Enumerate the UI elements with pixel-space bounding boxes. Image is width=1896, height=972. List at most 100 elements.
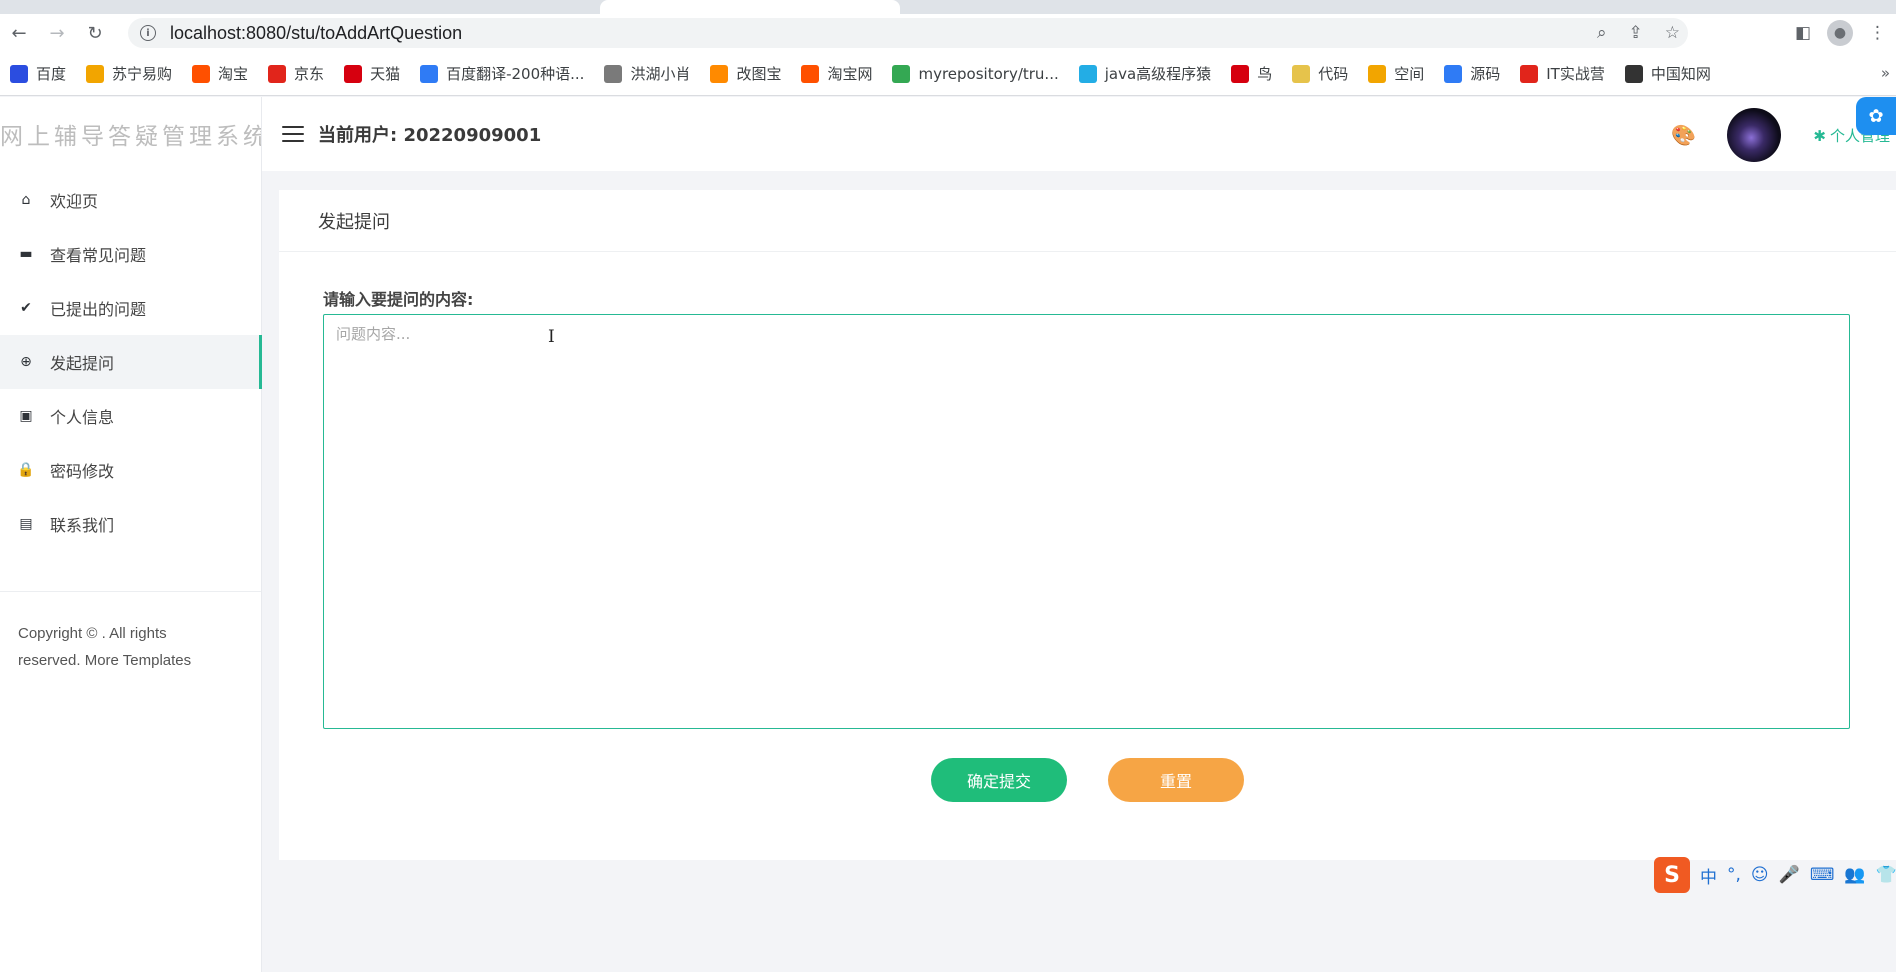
site-info-icon[interactable]: i: [140, 25, 156, 41]
active-tab[interactable]: [600, 0, 900, 14]
bookmark-item[interactable]: 苏宁易购: [86, 63, 172, 84]
sidebar-item-label: 欢迎页: [50, 192, 99, 211]
bookmark-item[interactable]: 天猫: [344, 63, 400, 84]
address-bar[interactable]: i localhost:8080/stu/toAddArtQuestion ⌕ …: [128, 18, 1688, 48]
skin-icon[interactable]: 👕: [1876, 865, 1896, 885]
sidebar-item-label: 联系我们: [50, 516, 115, 535]
bookmark-label: 鸟: [1257, 65, 1273, 83]
sogou-icon[interactable]: S: [1654, 857, 1690, 893]
palette-icon[interactable]: 🎨: [1671, 123, 1696, 147]
bookmark-label: 苏宁易购: [112, 65, 173, 83]
jd-icon: [268, 64, 287, 83]
bird-icon: [604, 64, 623, 83]
bookmark-item[interactable]: 中国知网: [1624, 63, 1711, 84]
bookmark-item[interactable]: 京东: [268, 63, 324, 84]
bookmark-label: 洪湖小肖: [630, 65, 691, 83]
tab-strip: [0, 0, 1896, 14]
url-text[interactable]: localhost:8080/stu/toAddArtQuestion: [170, 23, 462, 44]
sidebar-item[interactable]: ▬ 查看常见问题: [0, 227, 261, 281]
image-tool-icon: [710, 64, 729, 83]
sidebar-item[interactable]: ▤ 联系我们: [0, 497, 261, 551]
taobao-icon: [801, 64, 820, 83]
bookmark-item[interactable]: 空间: [1368, 63, 1424, 84]
side-panel-icon[interactable]: ◧: [1795, 23, 1811, 43]
bookmark-label: 源码: [1470, 65, 1501, 83]
id-card-icon: ▣: [19, 408, 33, 424]
code-icon: [1292, 64, 1311, 83]
gear-icon: ✱: [1813, 126, 1826, 145]
bookmark-item[interactable]: 洪湖小肖: [604, 63, 690, 84]
floating-assistant-icon[interactable]: ✿: [1856, 97, 1896, 135]
bookmarks-bar: 百度 苏宁易购 淘宝 京东 天猫 百度翻译-200种语... 洪湖小肖 改图宝 淘宝网 myrep…: [0, 52, 1896, 96]
bookmark-item[interactable]: 源码: [1444, 63, 1500, 84]
home-icon: ⌂: [21, 192, 31, 208]
avatar[interactable]: [1727, 108, 1781, 162]
profile-icon[interactable]: ●: [1827, 20, 1853, 46]
sidebar-item[interactable]: ⊕ 发起提问: [0, 335, 262, 389]
browser-toolbar: ← → ↻ i localhost:8080/stu/toAddArtQuest…: [0, 14, 1896, 52]
user-icon[interactable]: 👥: [1844, 865, 1865, 885]
bookmark-label: 京东: [294, 65, 325, 83]
bookmark-label: 中国知网: [1650, 65, 1711, 83]
taobao-icon: [192, 64, 211, 83]
copyright-line: Copyright © . All rights: [18, 625, 167, 642]
ime-language[interactable]: 中: [1700, 863, 1717, 888]
share-icon[interactable]: ⇪: [1629, 23, 1643, 43]
plus-circle-icon: ⊕: [20, 354, 32, 370]
mic-icon[interactable]: 🎤: [1779, 865, 1800, 885]
bookmark-item[interactable]: 淘宝网: [801, 63, 872, 84]
content-field-label: 请输入要提问的内容:: [323, 290, 474, 309]
check-square-icon: ✔: [20, 300, 32, 316]
baidu-icon: [10, 64, 28, 83]
menu-toggle-icon[interactable]: [282, 126, 304, 142]
current-user-label: 当前用户: 20220909001: [318, 125, 542, 146]
sidebar-menu: ⌂ 欢迎页 ▬ 查看常见问题 ✔ 已提出的问题 ⊕ 发起提问 ▣ 个人信息 🔒 密码修改 ▤ 联系我们: [0, 173, 262, 551]
bookmark-item[interactable]: myrepository/tru...: [892, 64, 1059, 83]
sidebar-item-label: 密码修改: [50, 462, 115, 481]
bookmark-label: 百度: [36, 65, 67, 83]
sidebar-item[interactable]: ⌂ 欢迎页: [0, 173, 261, 227]
sidebar-item[interactable]: ▣ 个人信息: [0, 389, 261, 443]
space-icon: [1368, 64, 1387, 83]
bookmark-item[interactable]: IT实战营: [1520, 63, 1605, 84]
sidebar-item-label: 已提出的问题: [50, 300, 147, 319]
bookmark-item[interactable]: 百度: [10, 63, 66, 84]
sidebar-item-label: 发起提问: [50, 354, 115, 373]
copyright-line: reserved. More Templates: [18, 652, 192, 669]
bookmark-label: 改图宝: [736, 65, 782, 83]
submit-button[interactable]: 确定提交: [931, 758, 1067, 802]
comment-icon: ▬: [19, 246, 33, 262]
bookmark-item[interactable]: 鸟: [1231, 63, 1272, 84]
bookmark-item[interactable]: 淘宝: [192, 63, 248, 84]
fish-icon: [1444, 64, 1463, 83]
emoji-icon[interactable]: ☺: [1751, 865, 1769, 885]
bookmarks-overflow-icon[interactable]: »: [1881, 64, 1890, 82]
top-header: 当前用户: 20220909001 🎨 ✱ 个人管理 ✿: [262, 97, 1896, 171]
forward-icon[interactable]: →: [38, 14, 76, 52]
copyright-text: Copyright © . All rights reserved. More …: [0, 592, 261, 674]
back-icon[interactable]: ←: [0, 14, 38, 52]
bookmark-label: 淘宝网: [827, 65, 873, 83]
keyboard-icon[interactable]: ⌨: [1810, 865, 1835, 885]
address-book-icon: ▤: [19, 516, 33, 532]
bookmark-item[interactable]: java高级程序猿: [1078, 63, 1211, 84]
reload-icon[interactable]: ↻: [76, 14, 114, 52]
question-content-textarea[interactable]: [323, 314, 1850, 729]
sidebar-item[interactable]: ✔ 已提出的问题: [0, 281, 261, 335]
bookmark-item[interactable]: 改图宝: [710, 63, 781, 84]
browser-menu-icon[interactable]: ⋮: [1869, 23, 1886, 43]
bookmark-item[interactable]: 百度翻译-200种语...: [420, 63, 584, 84]
zoom-icon[interactable]: ⌕: [1597, 23, 1607, 43]
bookmark-star-icon[interactable]: ☆: [1665, 23, 1680, 43]
bookmark-item[interactable]: 代码: [1292, 63, 1348, 84]
chrome-icon: [892, 64, 911, 83]
sidebar: 网上辅导答疑管理系统 ⌂ 欢迎页 ▬ 查看常见问题 ✔ 已提出的问题 ⊕ 发起提问 ▣ 个人信息 🔒…: [0, 97, 262, 972]
sidebar-item[interactable]: 🔒 密码修改: [0, 443, 261, 497]
bird-icon: [1231, 64, 1250, 83]
lock-icon: 🔒: [17, 462, 35, 478]
it-icon: [1520, 64, 1539, 83]
sidebar-item-label: 查看常见问题: [50, 246, 147, 265]
ime-punctuation[interactable]: °,: [1727, 865, 1741, 885]
ime-toolbar[interactable]: S 中 °, ☺ 🎤 ⌨ 👥 👕 ▦: [1654, 857, 1896, 893]
reset-button[interactable]: 重置: [1108, 758, 1244, 802]
